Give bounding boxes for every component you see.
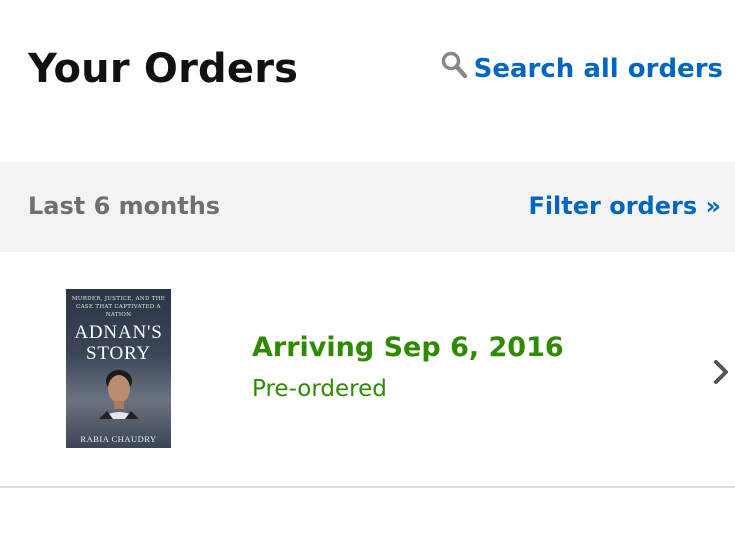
- book-cover-tagline: MURDER, JUSTICE, AND THE CASE THAT CAPTI…: [71, 296, 166, 318]
- filter-range-label: Last 6 months: [28, 192, 221, 220]
- search-all-orders-link[interactable]: Search all orders: [440, 51, 723, 84]
- book-cover-image: MURDER, JUSTICE, AND THE CASE THAT CAPTI…: [66, 289, 171, 448]
- page-header: Your Orders Search all orders: [0, 0, 735, 162]
- order-substatus: Pre-ordered: [252, 376, 387, 402]
- page-title: Your Orders: [28, 46, 299, 92]
- book-cover-title: ADNAN'S STORY: [66, 322, 171, 364]
- chevron-right-icon[interactable]: [712, 358, 730, 386]
- filter-bar: Last 6 months Filter orders »: [0, 162, 735, 252]
- book-cover-portrait: [99, 370, 139, 419]
- order-status: Arriving Sep 6, 2016: [252, 332, 564, 363]
- book-cover-author: RABIA CHAUDRY: [80, 434, 157, 444]
- order-divider: [0, 486, 735, 488]
- filter-orders-link[interactable]: Filter orders »: [528, 192, 721, 220]
- search-all-orders-label: Search all orders: [473, 54, 723, 84]
- search-icon: [441, 51, 467, 79]
- order-row[interactable]: MURDER, JUSTICE, AND THE CASE THAT CAPTI…: [0, 252, 735, 486]
- book-cover-title-line1: ADNAN'S: [74, 322, 163, 343]
- book-cover-title-line2: STORY: [86, 343, 151, 364]
